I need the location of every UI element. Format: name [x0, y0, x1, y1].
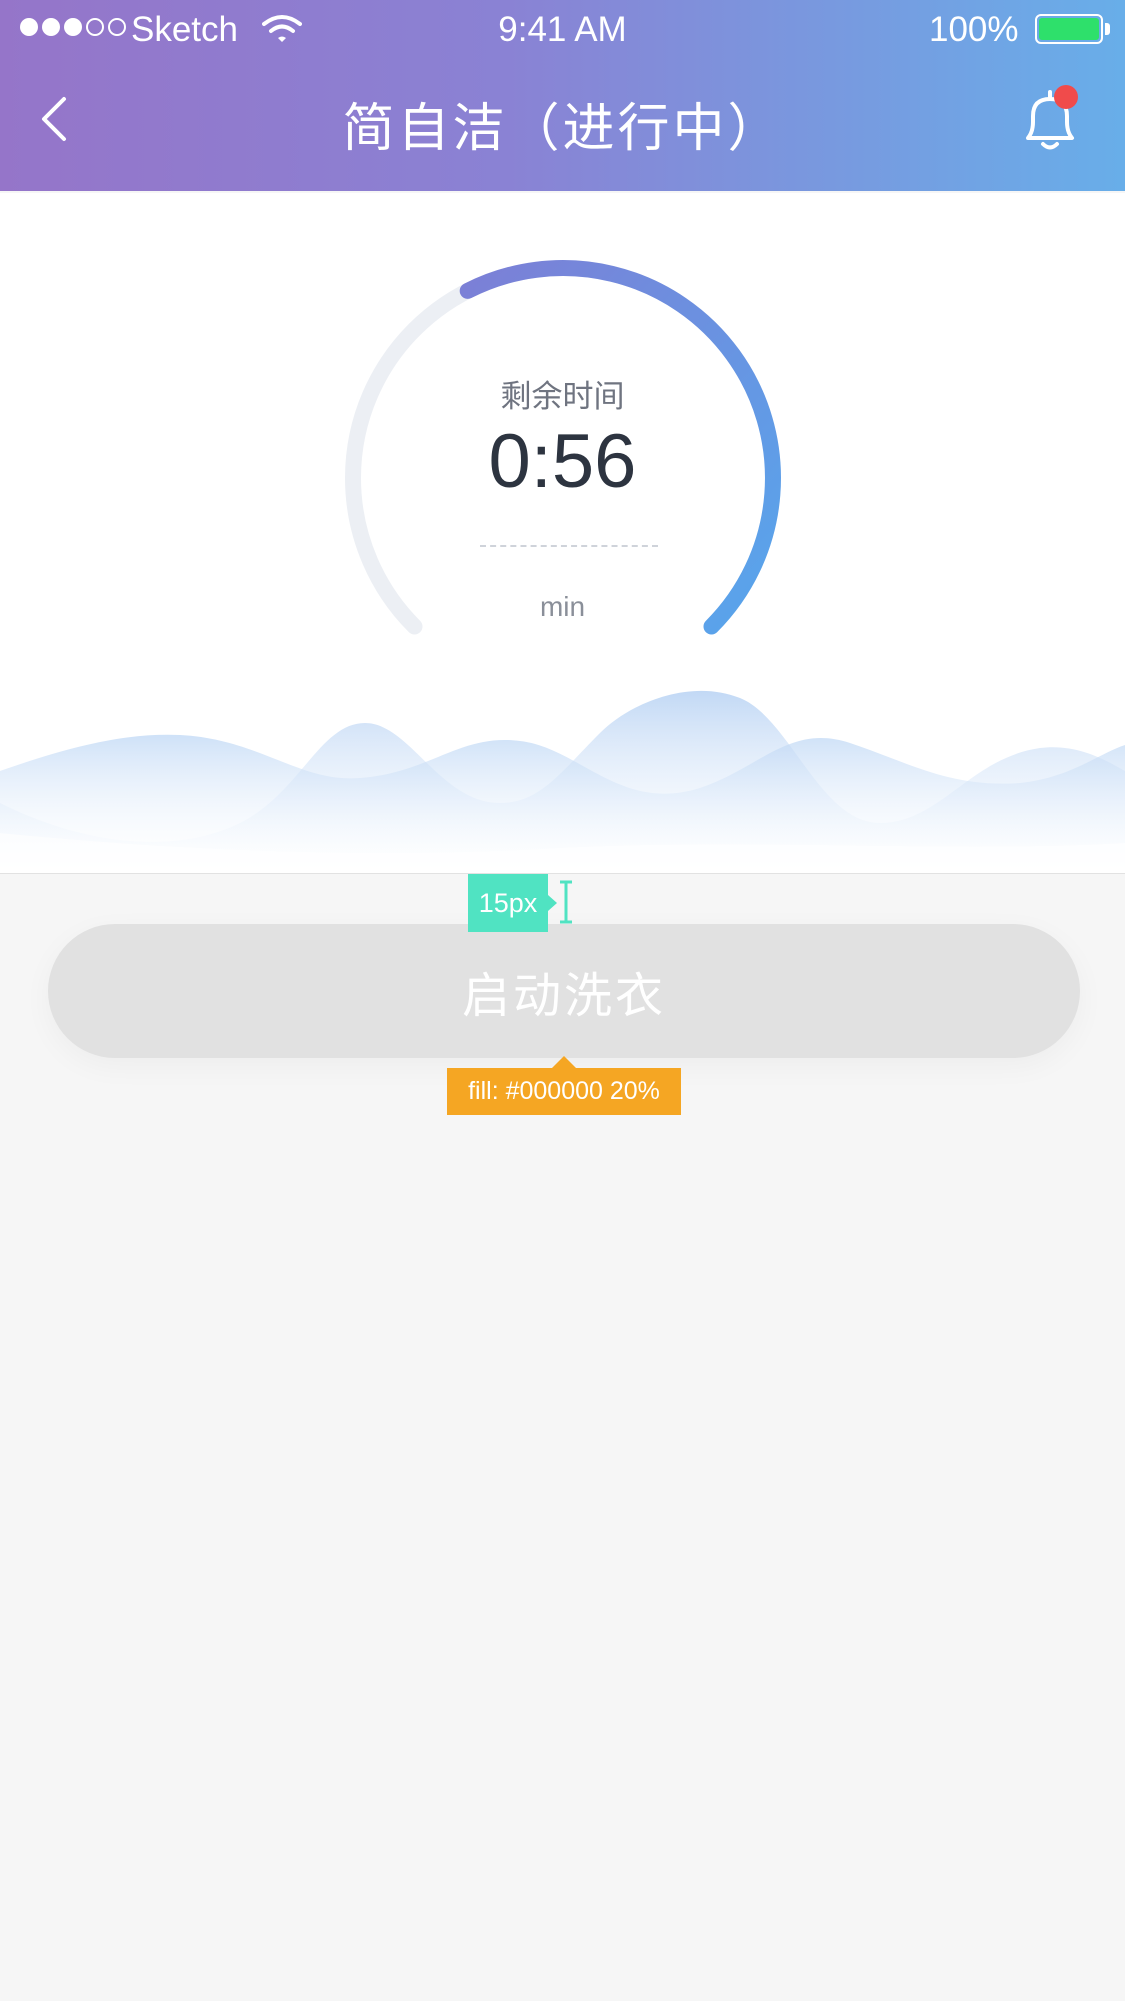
battery-percentage: 100%: [929, 10, 1019, 49]
spacing-annotation: 15px: [468, 874, 548, 932]
app-header: Sketch 9:41 AM 100% 简自洁（进行中）: [0, 0, 1125, 191]
page-title: 简自洁（进行中）: [342, 99, 783, 159]
remaining-time-value: 0:56: [488, 419, 637, 504]
fill-annotation: fill: #000000 20%: [447, 1068, 681, 1115]
battery-icon: [1035, 14, 1103, 44]
fill-annotation-pointer: [552, 1056, 576, 1068]
remaining-time-label: 剩余时间: [500, 379, 625, 415]
start-wash-button[interactable]: 启动洗衣: [48, 924, 1080, 1058]
status-bar: Sketch 9:41 AM 100%: [0, 0, 1125, 60]
spacing-marker-icon: [560, 880, 572, 924]
timer-card: 剩余时间 0:56 min: [0, 193, 1125, 874]
notification-badge: [1054, 85, 1078, 109]
battery-tip: [1105, 23, 1110, 35]
spacing-annotation-pointer: [548, 895, 557, 911]
time-unit: min: [539, 591, 586, 622]
wave-decoration: [0, 690, 1125, 873]
divider: [480, 545, 658, 547]
